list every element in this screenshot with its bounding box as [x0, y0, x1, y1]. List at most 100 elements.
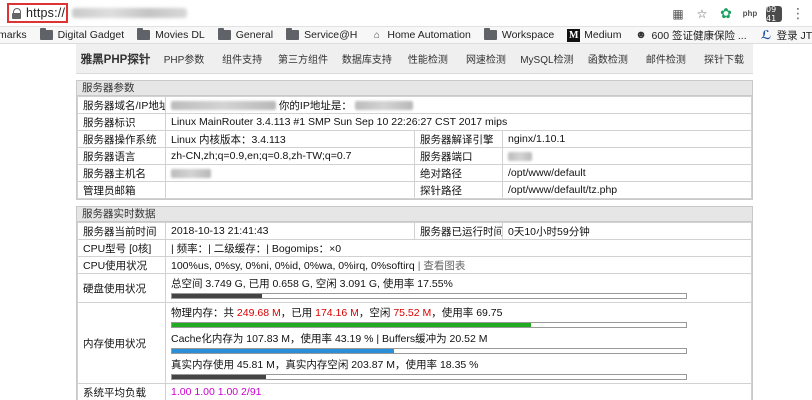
os-label: 服务器操作系统: [77, 130, 166, 148]
jtrac-icon: ℒ: [761, 28, 772, 42]
nav-third-party[interactable]: 第三方组件: [271, 51, 335, 66]
bookmark-service-h[interactable]: Service@H: [286, 28, 357, 41]
bookmark-star-icon[interactable]: ☆: [694, 6, 710, 22]
bookmark-medium[interactable]: M Medium: [567, 28, 622, 42]
nav-mail[interactable]: 邮件检测: [637, 51, 695, 66]
load-value: 1.00 1.00 1.00 2/91: [165, 383, 752, 400]
folder-icon: [39, 28, 53, 40]
bookmark-digital-gadget[interactable]: Digital Gadget: [39, 28, 125, 41]
lang-value: zh-CN,zh;q=0.9,en;q=0.8,zh-TW;q=0.7: [165, 147, 415, 165]
bookmark-label: Digital Gadget: [57, 29, 125, 41]
engine-value: nginx/1.10.1: [502, 130, 752, 148]
folder-icon: [483, 28, 497, 40]
table-row: 服务器当前时间 2018-10-13 21:41:43 服务器已运行时间 0天1…: [77, 222, 752, 240]
bookmark-movies-dl[interactable]: Movies DL: [137, 28, 205, 41]
disk-usage-fill: [172, 294, 263, 298]
admin-value: [165, 181, 415, 199]
extension-badge-icon[interactable]: 09 41: [766, 5, 782, 23]
brand-title[interactable]: 雅黑PHP探针: [76, 51, 155, 67]
site-info-icon[interactable]: ▦: [670, 6, 686, 22]
mem-phys-text: 物理内存：共 249.68 M，已用 174.16 M，空闲 75.52 M，使…: [171, 305, 746, 320]
bookmark-label: 登录 JTrac: [776, 29, 812, 42]
browser-menu-icon[interactable]: ⋮: [790, 5, 806, 22]
redacted-port: [508, 151, 532, 161]
table-row: 服务器主机名 绝对路径 /opt/www/default: [77, 164, 752, 182]
bookmarks-bar: marks Digital Gadget Movies DL General S…: [0, 27, 812, 44]
host-label: 服务器主机名: [77, 164, 166, 182]
nav-components[interactable]: 组件支持: [213, 51, 271, 66]
bookmark-label: marks: [0, 29, 27, 41]
table-row: 服务器语言 zh-CN,zh;q=0.9,en;q=0.8,zh-TW;q=0.…: [77, 147, 752, 165]
disk-text: 总空间 3.749 G, 已用 0.658 G, 空闲 3.091 G, 使用率…: [171, 278, 453, 290]
port-label: 服务器端口: [414, 147, 503, 165]
domain-label: 服务器域名/IP地址: [77, 96, 166, 114]
engine-label: 服务器解译引擎: [414, 130, 503, 148]
nav-functions[interactable]: 函数检测: [579, 51, 637, 66]
real-mem-text: 真实内存使用 45.81 M，真实内存空闲 203.87 M，使用率 18.35…: [171, 359, 479, 371]
redacted-ip: [354, 101, 413, 111]
port-value: [502, 147, 752, 165]
mem-label: 内存使用状况: [77, 302, 166, 384]
folder-icon: [217, 28, 231, 40]
realtime-table: 服务器当前时间 2018-10-13 21:41:43 服务器已运行时间 0天1…: [77, 222, 752, 400]
url-field[interactable]: https://: [7, 3, 68, 23]
view-chart-link[interactable]: | 查看图表: [418, 260, 466, 272]
mem-free: 75.52 M: [393, 307, 432, 319]
bookmark-label: 600 签证健康保险 ...: [651, 29, 747, 42]
nav-database[interactable]: 数据库支持: [335, 51, 399, 66]
abspath-value: /opt/www/default: [502, 164, 752, 182]
bookmark-label: Home Automation: [387, 29, 471, 41]
table-row: 服务器操作系统 Linux 内核版本：3.4.113 服务器解译引擎 nginx…: [77, 130, 752, 148]
cache-usage-bar: [171, 348, 687, 354]
section-title: 服务器实时数据: [77, 207, 752, 222]
section-title: 服务器参数: [77, 81, 752, 96]
admin-label: 管理员邮箱: [77, 181, 166, 199]
uptime-value: 0天10小时59分钟: [502, 222, 752, 240]
table-row: 硬盘使用状况 总空间 3.749 G, 已用 0.658 G, 空闲 3.091…: [77, 273, 752, 303]
load-label: 系统平均负载: [77, 383, 166, 400]
probe-label: 探针路径: [414, 181, 503, 199]
os-value: Linux 内核版本：3.4.113: [165, 130, 415, 148]
probe-value: /opt/www/default/tz.php: [502, 181, 752, 199]
table-row: CPU型号 [0核] | 频率：| 二级缓存：| Bogomips：×0: [77, 239, 752, 257]
uptime-label: 服务器已运行时间: [414, 222, 503, 240]
table-row: 服务器域名/IP地址 你的IP地址是：: [77, 96, 752, 114]
nav-download[interactable]: 探针下载: [695, 51, 753, 66]
bookmark-visa-insurance[interactable]: ☻ 600 签证健康保险 ...: [635, 28, 747, 43]
disk-usage-bar: [171, 293, 687, 299]
bookmark-marks[interactable]: marks: [0, 29, 27, 41]
bookmark-general[interactable]: General: [217, 28, 273, 41]
id-label: 服务器标识: [77, 113, 166, 131]
id-value: Linux MainRouter 3.4.113 #1 SMP Sun Sep …: [165, 113, 752, 131]
browser-address-bar: https:// ▦ ☆ ✿ php 09 41 ⋮: [0, 0, 812, 27]
evernote-extension-icon[interactable]: ✿: [718, 5, 734, 22]
bookmark-home-automation[interactable]: ⌂ Home Automation: [370, 29, 471, 42]
mem-used-prefix: ，已用: [280, 307, 316, 319]
url-scheme: https://: [26, 6, 66, 20]
mem-usage-bar: [171, 322, 687, 328]
mem-phys-prefix: 物理内存：共: [171, 307, 237, 319]
cpu-usage-value: 100%us, 0%sy, 0%ni, 0%id, 0%wa, 0%irq, 0…: [165, 256, 752, 274]
realtime-section: 服务器实时数据 服务器当前时间 2018-10-13 21:41:43 服务器已…: [76, 206, 753, 400]
time-label: 服务器当前时间: [77, 222, 166, 240]
browser-toolbar-icons: ▦ ☆ ✿ php 09 41 ⋮: [670, 4, 806, 23]
bookmark-jtrac[interactable]: ℒ 登录 JTrac: [760, 28, 812, 43]
bookmark-label: Workspace: [501, 29, 555, 41]
host-value: [165, 164, 415, 182]
table-row: 管理员邮箱 探针路径 /opt/www/default/tz.php: [77, 181, 752, 199]
php-extension-icon[interactable]: php: [742, 6, 758, 22]
nav-mysql[interactable]: MySQL检测: [515, 51, 579, 66]
your-ip-label: 你的IP地址是：: [278, 99, 352, 112]
folder-icon: [286, 28, 300, 40]
qq-icon: ☻: [635, 29, 647, 41]
server-params-section: 服务器参数 服务器域名/IP地址 你的IP地址是： 服务器标识 Linux Ma…: [76, 80, 753, 200]
nav-php-params[interactable]: PHP参数: [155, 51, 213, 66]
disk-value: 总空间 3.749 G, 已用 0.658 G, 空闲 3.091 G, 使用率…: [165, 273, 752, 303]
real-mem-fill: [172, 375, 267, 379]
nav-performance[interactable]: 性能检测: [399, 51, 457, 66]
mem-usage-fill: [172, 323, 531, 327]
nav-speedtest[interactable]: 网速检测: [457, 51, 515, 66]
disk-label: 硬盘使用状况: [77, 273, 166, 303]
bookmark-workspace[interactable]: Workspace: [483, 28, 555, 41]
php-probe-page: 雅黑PHP探针 PHP参数 组件支持 第三方组件 数据库支持 性能检测 网速检测…: [76, 44, 753, 400]
